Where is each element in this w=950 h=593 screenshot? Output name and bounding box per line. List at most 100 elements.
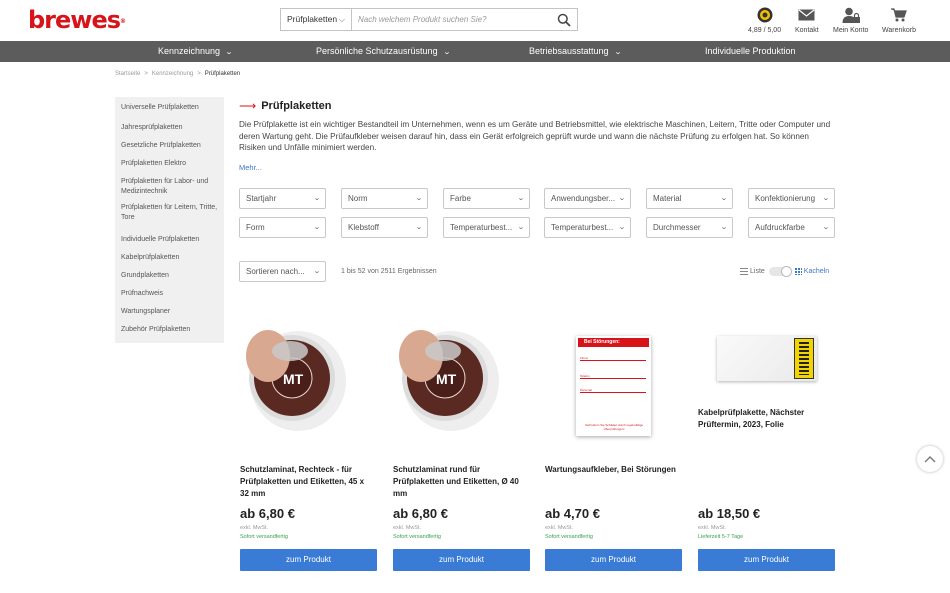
breadcrumb-separator: > bbox=[197, 71, 201, 77]
product-image[interactable]: Bei Störungen: Firma Telefon Personal Ve… bbox=[545, 296, 682, 456]
product-price: ab 6,80 € bbox=[240, 506, 295, 521]
brand-logo[interactable]: brewes® bbox=[28, 8, 126, 32]
filter-durchmesser[interactable]: Durchmesser ⌄ bbox=[646, 217, 733, 238]
to-product-button[interactable]: zum Produkt bbox=[240, 549, 377, 571]
sidebar-item[interactable]: Grundplaketten bbox=[115, 268, 224, 286]
sidebar-item[interactable]: Prüfnachweis bbox=[115, 286, 224, 304]
rating-widget[interactable]: 4,89 / 5,00 bbox=[748, 6, 781, 34]
breadcrumb: Startseite > Kennzeichnung > Prüfplaketten bbox=[115, 71, 240, 77]
search-button[interactable] bbox=[551, 9, 577, 30]
nav-item-kennzeichnung[interactable]: Kennzeichnung ⌄ bbox=[158, 41, 233, 63]
chevron-down-icon: ⌄ bbox=[822, 224, 830, 231]
breadcrumb-current: Prüfplaketten bbox=[204, 71, 241, 77]
category-sidebar: Universelle Prüfplaketten Jahresprüfplak… bbox=[115, 97, 224, 343]
cart-label: Warenkorb bbox=[882, 27, 916, 34]
chevron-down-icon: ⌄ bbox=[618, 224, 626, 231]
product-vat-note: exkl. MwSt. bbox=[240, 525, 269, 531]
filter-form[interactable]: Form ⌄ bbox=[239, 217, 326, 238]
search-category-select[interactable]: Prüfplaketten ⌵ bbox=[281, 9, 352, 30]
product-title[interactable]: Schutzlaminat rund für Prüfplaketten und… bbox=[393, 464, 528, 500]
breadcrumb-level1[interactable]: Kennzeichnung bbox=[152, 71, 193, 77]
filter-konfektionierung[interactable]: Konfektionierung ⌄ bbox=[748, 188, 835, 209]
to-product-button[interactable]: zum Produkt bbox=[698, 549, 835, 571]
chevron-down-icon: ⌄ bbox=[822, 195, 830, 202]
sidebar-item[interactable]: Universelle Prüfplaketten bbox=[115, 100, 224, 120]
svg-text:MT: MT bbox=[436, 371, 457, 387]
rating-text: 4,89 / 5,00 bbox=[748, 27, 782, 34]
sidebar-item[interactable]: Wartungsplaner bbox=[115, 304, 224, 322]
product-title[interactable]: Wartungsaufkleber, Bei Störungen bbox=[545, 464, 680, 476]
sticker-field: Telefon bbox=[580, 374, 646, 379]
filter-temperaturbestaendigkeit-1[interactable]: Temperaturbest... ⌄ bbox=[443, 217, 530, 238]
chevron-down-icon: ⌄ bbox=[720, 224, 728, 231]
sidebar-item[interactable]: Prüfplaketten für Leitern, Tritte, Tore bbox=[115, 200, 224, 232]
product-image[interactable]: MT bbox=[393, 296, 530, 456]
nav-item-individuelle-produktion[interactable]: Individuelle Produktion bbox=[705, 41, 796, 62]
view-toggle[interactable] bbox=[768, 266, 792, 277]
sidebar-item[interactable]: Individuelle Prüfplaketten bbox=[115, 232, 224, 250]
filter-temperaturbestaendigkeit-2[interactable]: Temperaturbest... ⌄ bbox=[544, 217, 631, 238]
category-description: Die Prüfplakette ist ein wichtiger Besta… bbox=[239, 120, 831, 153]
sidebar-item[interactable]: Prüfplaketten für Labor- und Medizintech… bbox=[115, 174, 224, 200]
sidebar-item[interactable]: Zubehör Prüfplaketten bbox=[115, 322, 224, 340]
filter-startjahr[interactable]: Startjahr ⌄ bbox=[239, 188, 326, 209]
sticker-footer: Verhindern Sie Schäden durch regelmäßige… bbox=[584, 423, 644, 431]
chevron-down-icon: ⌄ bbox=[613, 49, 622, 56]
sticker-field: Personal bbox=[580, 388, 646, 393]
chevron-down-icon: ⌄ bbox=[415, 195, 423, 202]
to-product-button[interactable]: zum Produkt bbox=[545, 549, 682, 571]
list-view-button[interactable]: Liste bbox=[740, 268, 765, 275]
product-price: ab 18,50 € bbox=[698, 506, 761, 521]
user-lock-icon bbox=[842, 7, 860, 23]
search-bar: Prüfplaketten ⌵ bbox=[280, 8, 578, 31]
product-shipping: Sofort versandfertig bbox=[240, 534, 288, 540]
search-icon bbox=[557, 13, 571, 27]
chevron-down-icon: ⌄ bbox=[313, 224, 321, 231]
contact-link[interactable]: Kontakt bbox=[795, 6, 819, 34]
to-product-button[interactable]: zum Produkt bbox=[393, 549, 530, 571]
product-vat-note: exkl. MwSt. bbox=[393, 525, 422, 531]
sticker-field: Firma bbox=[580, 356, 646, 361]
chevron-down-icon: ⌄ bbox=[618, 195, 626, 202]
product-title[interactable]: Kabelprüfplakette, Nächster Prüftermin, … bbox=[698, 407, 808, 431]
product-image[interactable]: MT bbox=[240, 296, 377, 456]
filter-norm[interactable]: Norm ⌄ bbox=[341, 188, 428, 209]
filter-klebstoff[interactable]: Klebstoff ⌄ bbox=[341, 217, 428, 238]
read-more-link[interactable]: Mehr... bbox=[239, 163, 262, 172]
site-header: brewes® Prüfplaketten⌵ 4,89 / 5,00 Konta… bbox=[0, 0, 950, 41]
cart-link[interactable]: Warenkorb bbox=[882, 6, 916, 34]
chevron-down-icon: ⌄ bbox=[517, 195, 525, 202]
breadcrumb-separator: > bbox=[144, 71, 148, 77]
filter-aufdruckfarbe[interactable]: Aufdruckfarbe ⌄ bbox=[748, 217, 835, 238]
tile-view-button[interactable]: Kacheln bbox=[794, 268, 829, 275]
account-link[interactable]: Mein Konto bbox=[833, 6, 868, 34]
nav-item-psa[interactable]: Persönliche Schutzausrüstung ⌄ bbox=[316, 41, 451, 63]
page-title: ⟶ Prüfplaketten bbox=[239, 99, 332, 113]
sidebar-item[interactable]: Gesetzliche Prüfplaketten bbox=[115, 138, 224, 156]
filter-material[interactable]: Material ⌄ bbox=[646, 188, 733, 209]
chevron-up-icon bbox=[924, 456, 936, 463]
product-image[interactable] bbox=[698, 296, 835, 456]
grid-icon bbox=[794, 268, 802, 275]
sidebar-item[interactable]: Prüfplaketten Elektro bbox=[115, 156, 224, 174]
filter-farbe[interactable]: Farbe ⌄ bbox=[443, 188, 530, 209]
sidebar-item[interactable]: Jahresprüfplaketten bbox=[115, 120, 224, 138]
search-input[interactable] bbox=[352, 9, 551, 30]
product-shipping: Sofort versandfertig bbox=[393, 534, 441, 540]
product-vat-note: exkl. MwSt. bbox=[698, 525, 727, 531]
sort-select[interactable]: Sortieren nach... ⌄ bbox=[239, 261, 326, 282]
mail-icon bbox=[798, 9, 815, 21]
chevron-down-icon: ⌄ bbox=[442, 49, 451, 56]
scroll-to-top-button[interactable] bbox=[917, 446, 943, 472]
product-price: ab 6,80 € bbox=[393, 506, 448, 521]
filter-anwendungsbereich[interactable]: Anwendungsber... ⌄ bbox=[544, 188, 631, 209]
sidebar-item[interactable]: Kabelprüfplaketten bbox=[115, 250, 224, 268]
product-shipping: Sofort versandfertig bbox=[545, 534, 593, 540]
main-nav: Kennzeichnung ⌄ Persönliche Schutzausrüst… bbox=[0, 41, 950, 62]
chevron-down-icon: ⌄ bbox=[720, 195, 728, 202]
chevron-down-icon: ⌄ bbox=[415, 224, 423, 231]
nav-item-betriebsausstattung[interactable]: Betriebsausstattung ⌄ bbox=[529, 41, 622, 63]
arrow-right-icon: ⟶ bbox=[239, 99, 257, 113]
breadcrumb-home[interactable]: Startseite bbox=[115, 71, 140, 77]
product-title[interactable]: Schutzlaminat, Rechteck - für Prüfplaket… bbox=[240, 464, 375, 500]
